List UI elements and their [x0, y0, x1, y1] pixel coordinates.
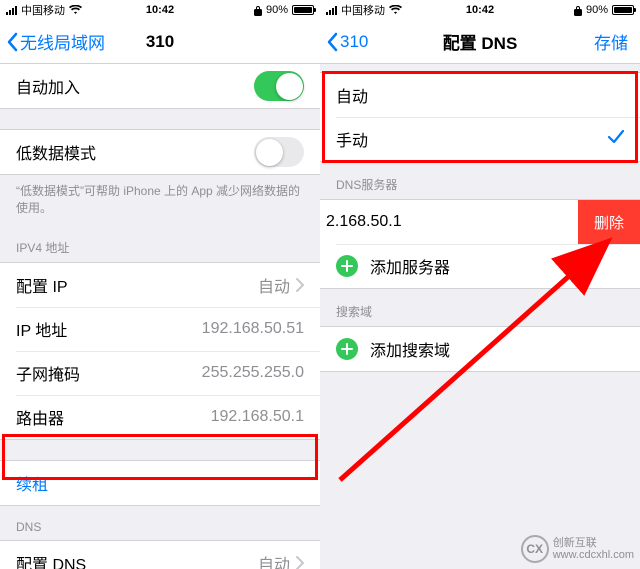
- status-bar: 中国移动 10:42 90%: [0, 0, 320, 20]
- left-screenshot: 中国移动 10:42 90% 无线局域网 310: [0, 0, 320, 569]
- cell-label: 配置 DNS: [16, 551, 86, 569]
- ipv4-header: IPV4 地址: [0, 225, 320, 262]
- cell-label: 子网掩码: [16, 361, 80, 385]
- renew-label: 续租: [16, 471, 48, 495]
- dns-header: DNS: [0, 506, 320, 540]
- router-row: 路由器 192.168.50.1: [0, 395, 320, 439]
- nav-bar: 无线局域网 310: [0, 20, 320, 64]
- chevron-right-icon: [296, 556, 304, 569]
- low-data-note: “低数据模式”可帮助 iPhone 上的 App 减少网络数据的使用。: [0, 175, 320, 225]
- page-title: 配置 DNS: [443, 29, 518, 54]
- checkmark-icon: [608, 130, 624, 149]
- status-bar: 中国移动 10:42 90%: [320, 0, 640, 20]
- watermark-brand: 创新互联: [553, 537, 634, 549]
- delete-button[interactable]: 删除: [578, 200, 640, 244]
- add-search-domain-row[interactable]: 添加搜索域: [320, 327, 640, 371]
- save-button[interactable]: 存储: [594, 29, 628, 54]
- plus-icon: [336, 255, 358, 277]
- cell-value: 自动: [258, 551, 290, 569]
- subnet-mask-row: 子网掩码 255.255.255.0: [0, 351, 320, 395]
- dns-mode-manual-row[interactable]: 手动: [320, 117, 640, 161]
- status-time: 10:42: [320, 4, 640, 16]
- status-time: 10:42: [0, 4, 320, 16]
- cell-label: IP 地址: [16, 317, 67, 341]
- battery-icon: [292, 5, 314, 15]
- cell-label: 配置 IP: [16, 273, 68, 297]
- low-data-switch[interactable]: [254, 137, 304, 167]
- configure-ip-row[interactable]: 配置 IP 自动: [0, 263, 320, 307]
- cell-value: 自动: [258, 273, 290, 297]
- cell-value: 192.168.50.51: [202, 320, 304, 338]
- configure-dns-row[interactable]: 配置 DNS 自动: [0, 541, 320, 569]
- watermark-site: www.cdcxhl.com: [553, 549, 634, 561]
- cell-value: 192.168.50.1: [211, 408, 304, 426]
- cell-label: 手动: [336, 127, 368, 151]
- dns-server-value: 2.168.50.1: [326, 213, 402, 231]
- cell-label: 自动: [336, 83, 368, 107]
- dns-servers-header: DNS服务器: [320, 162, 640, 199]
- chevron-left-icon: [6, 32, 18, 52]
- add-server-label: 添加服务器: [370, 254, 450, 278]
- chevron-right-icon: [296, 278, 304, 292]
- auto-join-row: 自动加入: [0, 64, 320, 108]
- dns-server-row[interactable]: 2.168.50.1 删除: [320, 200, 640, 244]
- dns-mode-auto-row[interactable]: 自动: [320, 73, 640, 117]
- watermark: CX 创新互联 www.cdcxhl.com: [521, 535, 634, 563]
- nav-bar: 310 配置 DNS 存储: [320, 20, 640, 64]
- cell-value: 255.255.255.0: [202, 364, 304, 382]
- add-server-row[interactable]: 添加服务器: [320, 244, 640, 288]
- plus-icon: [336, 338, 358, 360]
- page-title: 310: [146, 32, 174, 52]
- back-label: 310: [340, 32, 368, 52]
- ip-address-row: IP 地址 192.168.50.51: [0, 307, 320, 351]
- cell-label: 路由器: [16, 405, 64, 429]
- chevron-left-icon: [326, 32, 338, 52]
- low-data-row: 低数据模式: [0, 130, 320, 174]
- battery-icon: [612, 5, 634, 15]
- search-domain-header: 搜索域: [320, 289, 640, 326]
- low-data-label: 低数据模式: [16, 140, 96, 164]
- auto-join-label: 自动加入: [16, 74, 80, 98]
- watermark-logo-icon: CX: [521, 535, 549, 563]
- renew-lease-row[interactable]: 续租: [0, 461, 320, 505]
- back-label: 无线局域网: [20, 29, 105, 54]
- back-button[interactable]: 310: [326, 32, 368, 52]
- add-search-label: 添加搜索域: [370, 337, 450, 361]
- auto-join-switch[interactable]: [254, 71, 304, 101]
- back-button[interactable]: 无线局域网: [6, 29, 105, 54]
- right-screenshot: 中国移动 10:42 90% 310 配置 DNS 存储: [320, 0, 640, 569]
